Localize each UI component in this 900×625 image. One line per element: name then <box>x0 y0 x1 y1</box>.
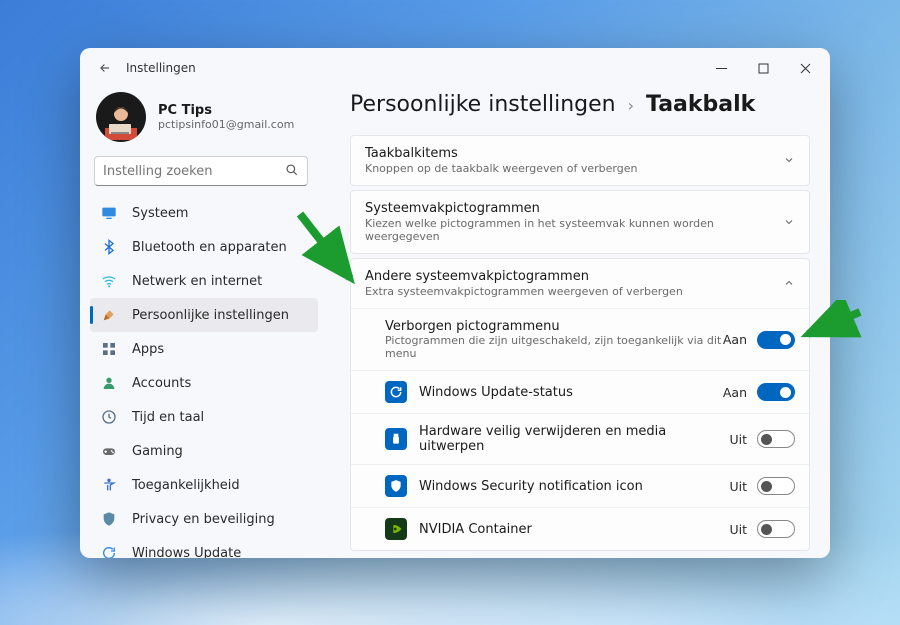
section-subtitle: Knoppen op de taakbalk weergeven of verb… <box>365 162 783 175</box>
section-subtitle: Extra systeemvakpictogrammen weergeven o… <box>365 285 783 298</box>
window-title: Instellingen <box>126 61 700 75</box>
sidebar-item-label: Privacy en beveiliging <box>132 512 275 527</box>
sidebar-item-system[interactable]: Systeem <box>90 196 318 230</box>
toggle-label: Windows Security notification icon <box>419 479 729 494</box>
accounts-icon <box>100 374 118 392</box>
sidebar-item-label: Persoonlijke instellingen <box>132 308 289 323</box>
sidebar-item-accounts[interactable]: Accounts <box>90 366 318 400</box>
toggle-row: Verborgen pictogrammenu Pictogrammen die… <box>351 308 809 370</box>
close-button[interactable] <box>784 52 826 84</box>
sidebar-item-gaming[interactable]: Gaming <box>90 434 318 468</box>
sidebar-item-time[interactable]: Tijd en taal <box>90 400 318 434</box>
breadcrumb-current: Taakbalk <box>646 92 755 117</box>
time-icon <box>100 408 118 426</box>
sidebar-item-apps[interactable]: Apps <box>90 332 318 366</box>
search-icon <box>285 162 299 181</box>
sidebar-item-label: Toegankelijkheid <box>132 478 240 493</box>
main-content: Persoonlijke instellingen › Taakbalk Taa… <box>330 88 830 558</box>
avatar <box>96 92 146 142</box>
sidebar-item-label: Netwerk en internet <box>132 274 262 289</box>
accessibility-icon <box>100 476 118 494</box>
sidebar-item-label: Gaming <box>132 444 183 459</box>
sidebar: PC Tips pctipsinfo01@gmail.com Systeem Bl… <box>80 88 330 558</box>
toggle-switch[interactable] <box>757 520 795 538</box>
section-header[interactable]: Andere systeemvakpictogrammen Extra syst… <box>351 259 809 308</box>
apps-icon <box>100 340 118 358</box>
toggle-state-text: Uit <box>729 432 747 447</box>
settings-section: Systeemvakpictogrammen Kiezen welke pict… <box>350 190 810 254</box>
toggle-label: Verborgen pictogrammenu <box>385 319 723 334</box>
section-subtitle: Kiezen welke pictogrammen in het systeem… <box>365 217 783 243</box>
section-title: Andere systeemvakpictogrammen <box>365 269 783 284</box>
sidebar-item-privacy[interactable]: Privacy en beveiliging <box>90 502 318 536</box>
maximize-button[interactable] <box>742 52 784 84</box>
toggle-state-text: Aan <box>723 385 747 400</box>
toggle-state-text: Uit <box>729 479 747 494</box>
app-icon <box>385 475 407 497</box>
settings-section: Andere systeemvakpictogrammen Extra syst… <box>350 258 810 551</box>
search-box[interactable] <box>94 156 308 186</box>
breadcrumb: Persoonlijke instellingen › Taakbalk <box>350 88 810 135</box>
chevron-down-icon <box>783 151 795 170</box>
sidebar-item-update[interactable]: Windows Update <box>90 536 318 558</box>
sidebar-item-label: Apps <box>132 342 164 357</box>
profile-name: PC Tips <box>158 103 294 118</box>
personalize-icon <box>100 306 118 324</box>
toggle-label: Windows Update-status <box>419 385 723 400</box>
app-icon <box>385 428 407 450</box>
settings-section: Taakbalkitems Knoppen op de taakbalk wee… <box>350 135 810 186</box>
sidebar-item-label: Tijd en taal <box>132 410 204 425</box>
window-controls <box>700 52 826 84</box>
toggle-row: Windows Security notification icon Uit <box>351 464 809 507</box>
toggle-switch[interactable] <box>757 477 795 495</box>
toggle-label: NVIDIA Container <box>419 522 729 537</box>
back-button[interactable] <box>94 57 116 79</box>
network-icon <box>100 272 118 290</box>
sidebar-item-label: Accounts <box>132 376 191 391</box>
toggle-row: Hardware veilig verwijderen en media uit… <box>351 413 809 464</box>
toggle-switch[interactable] <box>757 430 795 448</box>
toggle-label: Hardware veilig verwijderen en media uit… <box>419 424 729 454</box>
privacy-icon <box>100 510 118 528</box>
search-input[interactable] <box>103 164 285 179</box>
toggle-switch[interactable] <box>757 383 795 401</box>
sidebar-item-label: Systeem <box>132 206 188 221</box>
section-title: Taakbalkitems <box>365 146 783 161</box>
nav-list: Systeem Bluetooth en apparaten Netwerk en … <box>80 196 322 558</box>
section-header[interactable]: Systeemvakpictogrammen Kiezen welke pict… <box>351 191 809 253</box>
system-icon <box>100 204 118 222</box>
sidebar-item-label: Windows Update <box>132 546 241 559</box>
chevron-down-icon <box>783 213 795 232</box>
minimize-button[interactable] <box>700 52 742 84</box>
bluetooth-icon <box>100 238 118 256</box>
settings-window: Instellingen PC Tips <box>80 48 830 558</box>
app-icon <box>385 518 407 540</box>
sidebar-item-personalize[interactable]: Persoonlijke instellingen <box>90 298 318 332</box>
toggle-state-text: Aan <box>723 332 747 347</box>
breadcrumb-parent[interactable]: Persoonlijke instellingen <box>350 92 616 117</box>
profile-email: pctipsinfo01@gmail.com <box>158 118 294 131</box>
toggle-switch[interactable] <box>757 331 795 349</box>
toggle-row: Windows Update-status Aan <box>351 370 809 413</box>
sidebar-item-bluetooth[interactable]: Bluetooth en apparaten <box>90 230 318 264</box>
app-icon <box>385 381 407 403</box>
profile-block[interactable]: PC Tips pctipsinfo01@gmail.com <box>80 88 322 156</box>
toggle-subtitle: Pictogrammen die zijn uitgeschakeld, zij… <box>385 334 723 360</box>
gaming-icon <box>100 442 118 460</box>
toggle-row: NVIDIA Container Uit <box>351 507 809 550</box>
breadcrumb-sep-icon: › <box>628 96 634 115</box>
chevron-up-icon <box>783 274 795 293</box>
update-icon <box>100 544 118 558</box>
sidebar-item-accessibility[interactable]: Toegankelijkheid <box>90 468 318 502</box>
sidebar-item-network[interactable]: Netwerk en internet <box>90 264 318 298</box>
sidebar-item-label: Bluetooth en apparaten <box>132 240 287 255</box>
titlebar: Instellingen <box>80 48 830 88</box>
section-title: Systeemvakpictogrammen <box>365 201 783 216</box>
toggle-state-text: Uit <box>729 522 747 537</box>
section-header[interactable]: Taakbalkitems Knoppen op de taakbalk wee… <box>351 136 809 185</box>
